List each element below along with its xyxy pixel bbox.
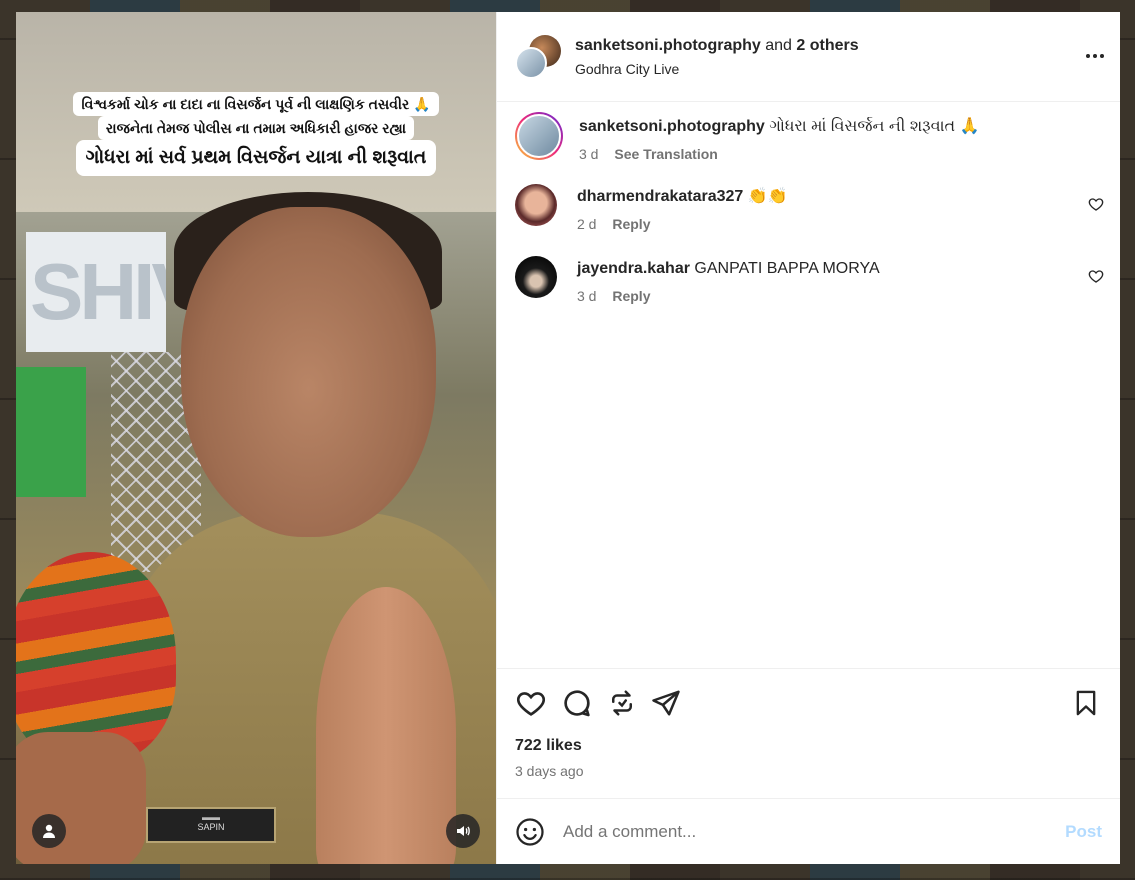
video-nameplate: ▬▬ SAPIN [146, 807, 276, 843]
like-comment-heart-icon[interactable] [1088, 268, 1104, 284]
more-options-icon[interactable] [1086, 54, 1104, 58]
tagged-users-button[interactable] [32, 814, 66, 848]
collab-avatar-1[interactable] [515, 46, 547, 79]
emoji-icon[interactable] [515, 817, 545, 847]
nameplate-text: SAPIN [197, 822, 225, 832]
video-caption-line-2: રાજનેતા તેમજ પોલીસ ના તમામ અધિકારી હાજર … [97, 116, 415, 140]
video-bystander-face [16, 732, 146, 864]
comment-row: jayendra.kahar GANPATI BAPPA MORYA 3 d R… [515, 256, 1104, 304]
reply-link[interactable]: Reply [612, 216, 650, 232]
caption-row: sanketsoni.photography ગોધરા માં વિસર્જન… [515, 112, 1104, 162]
comment-time: 3 d [577, 288, 597, 304]
post-location[interactable]: Godhra City Live [575, 61, 859, 77]
video-caption-line-3: ગોધરા માં સર્વ પ્રથમ વિસર્જન યાત્રા ની શ… [75, 140, 437, 176]
comments-list: sanketsoni.photography ગોધરા માં વિસર્જન… [497, 102, 1120, 668]
comment-row: dharmendrakatara327 👏👏 2 d Reply [515, 184, 1104, 232]
video-turban [16, 552, 176, 762]
save-bookmark-icon[interactable] [1072, 688, 1100, 718]
post-timestamp[interactable]: 3 days ago [515, 763, 1102, 779]
like-count[interactable]: 722 likes [515, 737, 1102, 755]
video-green-panel [16, 367, 86, 497]
post-actions: 722 likes 3 days ago [497, 668, 1120, 798]
comment-body: 👏👏 [747, 188, 788, 205]
video-caption-top: વિશ્વકર્મા ચોક ના દાદા ના વિસર્જન પૂર્વ … [16, 92, 496, 116]
add-comment-bar: Post [497, 798, 1120, 864]
repost-icon[interactable] [607, 688, 637, 718]
comment-meta: 2 d Reply [577, 216, 788, 232]
share-send-icon[interactable] [651, 688, 681, 718]
video-caption-line-1: વિશ્વકર્મા ચોક ના દાદા ના વિસર્જન પૂર્વ … [73, 92, 439, 116]
commenter-avatar[interactable] [515, 184, 557, 226]
post-authors: sanketsoni.photography and 2 others [575, 37, 859, 55]
comment-username[interactable]: jayendra.kahar [577, 260, 690, 277]
like-heart-icon[interactable] [515, 687, 547, 719]
comment-text: jayendra.kahar GANPATI BAPPA MORYA [577, 258, 880, 280]
video-sign: SHIV [26, 232, 166, 352]
video-caption-mid: રાજનેતા તેમજ પોલીસ ના તમામ અધિકારી હાજર … [16, 116, 496, 140]
user-icon [43, 824, 55, 838]
post-modal: SHIV ▬▬ SAPIN વિશ્વકર્મા ચોક ના દાદા ના … [16, 12, 1120, 864]
comment-username[interactable]: dharmendrakatara327 [577, 188, 743, 205]
post-video[interactable]: SHIV ▬▬ SAPIN વિશ્વકર્મા ચોક ના દાદા ના … [16, 12, 496, 864]
speaker-icon [457, 826, 470, 836]
caption-avatar[interactable] [515, 112, 563, 160]
comment-input[interactable] [563, 821, 1066, 842]
post-header: sanketsoni.photography and 2 others Godh… [497, 12, 1120, 102]
caption-text: sanketsoni.photography ગોધરા માં વિસર્જન… [579, 116, 980, 138]
reply-link[interactable]: Reply [612, 288, 650, 304]
like-comment-heart-icon[interactable] [1088, 196, 1104, 212]
caption-username[interactable]: sanketsoni.photography [579, 118, 765, 135]
video-officer-face [181, 207, 436, 537]
comment-text: dharmendrakatara327 👏👏 [577, 186, 788, 208]
video-caption-main: ગોધરા માં સર્વ પ્રથમ વિસર્જન યાત્રા ની શ… [16, 140, 496, 176]
audio-toggle-button[interactable] [446, 814, 480, 848]
action-icons [515, 683, 1102, 723]
comment-time: 2 d [577, 216, 597, 232]
caption-time: 3 d [579, 146, 599, 162]
comment-bubble-icon[interactable] [561, 687, 593, 719]
collab-avatars[interactable] [515, 34, 561, 79]
collab-others-link[interactable]: 2 others [796, 37, 858, 54]
author-username[interactable]: sanketsoni.photography [575, 37, 761, 54]
post-side-panel: sanketsoni.photography and 2 others Godh… [496, 12, 1120, 864]
comment-body: GANPATI BAPPA MORYA [694, 260, 880, 277]
caption-meta: 3 d See Translation [579, 146, 980, 162]
commenter-avatar[interactable] [515, 256, 557, 298]
authors-conjunction: and [765, 36, 792, 54]
comment-meta: 3 d Reply [577, 288, 880, 304]
post-comment-button[interactable]: Post [1065, 822, 1102, 842]
see-translation-link[interactable]: See Translation [614, 146, 717, 162]
video-folded-hands [316, 587, 456, 864]
caption-body: ગોધરા માં વિસર્જન ની શરૂવાત 🙏 [769, 118, 980, 135]
